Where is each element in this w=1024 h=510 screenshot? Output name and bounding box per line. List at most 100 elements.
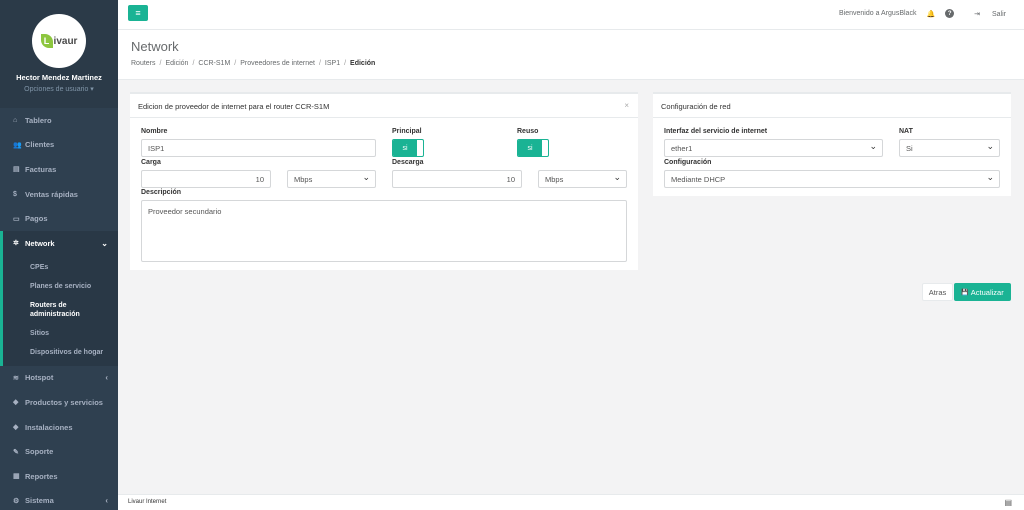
sidebar-item-label: Productos y servicios bbox=[25, 397, 103, 407]
sidebar-item-clientes[interactable]: 👥 Clientes bbox=[0, 133, 118, 158]
wifi-icon: ≋ bbox=[13, 374, 19, 382]
panel-title-text: Configuración de red bbox=[661, 102, 731, 111]
sidebar-item-label: Reportes bbox=[25, 471, 58, 481]
sidebar-item-label: Ventas rápidas bbox=[25, 189, 78, 199]
logout-label: Salir bbox=[991, 10, 1006, 18]
breadcrumb-item[interactable]: Edición bbox=[165, 60, 188, 67]
principal-label: Principal bbox=[392, 128, 422, 135]
gear-icon: ⚙ bbox=[13, 497, 20, 505]
footer-text: Livaur Internet bbox=[128, 499, 167, 505]
sidebar-subitem-cpes[interactable]: CPEs bbox=[3, 258, 118, 277]
back-button[interactable]: Atras bbox=[922, 283, 953, 301]
carga-unit-select[interactable]: Mbps bbox=[287, 170, 376, 188]
user-name: Hector Mendez Martinez bbox=[16, 73, 102, 82]
company-logo: L ivaur bbox=[32, 14, 86, 68]
sidebar-item-sistema[interactable]: ⚙ Sistema ‹ bbox=[0, 489, 118, 510]
users-icon: 👥 bbox=[13, 141, 22, 149]
chevron-down-icon: ⌄ bbox=[101, 238, 108, 248]
sidebar-item-label: Sistema bbox=[25, 496, 54, 506]
configuracion-select[interactable]: Mediante DHCP bbox=[664, 170, 1000, 188]
update-button-label: Actualizar bbox=[970, 287, 1004, 297]
topbar-right: Bienvenido a ArgusBlack 🔔 ? ⇥ Salir bbox=[829, 9, 1006, 18]
help-icon[interactable]: ? bbox=[945, 9, 955, 18]
breadcrumb: Routers / Edición / CCR-S1M / Proveedores d… bbox=[131, 60, 376, 67]
leaf-icon: L bbox=[40, 34, 53, 48]
update-button[interactable]: 💾 Actualizar bbox=[954, 283, 1011, 301]
select-value: Mediante DHCP bbox=[671, 175, 726, 184]
sidebar-item-hotspot[interactable]: ≋ Hotspot ‹ bbox=[0, 366, 118, 391]
interfaz-label: Interfaz del servicio de internet bbox=[664, 128, 768, 135]
sidebar-subitem-routers[interactable]: Routers de administración bbox=[3, 296, 118, 324]
sidebar-subitem-dispositivos[interactable]: Dispositivos de hogar bbox=[3, 343, 118, 362]
reuso-label: Reuso bbox=[517, 128, 539, 135]
nat-select[interactable]: Si bbox=[899, 139, 1000, 157]
sidebar-item-facturas[interactable]: ▤ Facturas bbox=[0, 157, 118, 182]
nombre-label: Nombre bbox=[141, 128, 168, 135]
network-submenu: CPEs Planes de servicio Routers de admin… bbox=[0, 255, 118, 366]
nat-label: NAT bbox=[899, 128, 913, 135]
sidebar-item-tablero[interactable]: ⌂ Tablero bbox=[0, 108, 118, 133]
carga-input[interactable]: 10 bbox=[141, 170, 271, 188]
sidebar-item-ventas[interactable]: $ Ventas rápidas bbox=[0, 182, 118, 207]
carga-label: Carga bbox=[141, 159, 161, 166]
panel-title: Configuración de red bbox=[653, 94, 1011, 118]
toggle-on-label: si bbox=[518, 140, 542, 156]
toggle-on-label: si bbox=[393, 140, 417, 156]
panel-title: Edicion de proveedor de internet para el… bbox=[130, 94, 638, 118]
panel-title-text: Edicion de proveedor de internet para el… bbox=[138, 102, 330, 111]
sidebar-item-label: Pagos bbox=[25, 214, 48, 224]
interfaz-select[interactable]: ether1 bbox=[664, 139, 883, 157]
descarga-input[interactable]: 10 bbox=[392, 170, 522, 188]
select-value: Mbps bbox=[545, 175, 564, 184]
page-heading: Network Routers / Edición / CCR-S1M / Prove… bbox=[118, 30, 1024, 80]
menu-toggle-button[interactable]: ≡ bbox=[128, 5, 148, 21]
select-value: Mbps bbox=[294, 175, 313, 184]
chevron-left-icon: ‹ bbox=[105, 496, 108, 506]
network-config-panel: Configuración de red Interfaz del servic… bbox=[653, 92, 1011, 196]
hamburger-icon: ≡ bbox=[135, 8, 141, 18]
sidebar-item-label: Hotspot bbox=[25, 373, 54, 383]
select-value: Si bbox=[906, 144, 913, 153]
profile-section: L ivaur Hector Mendez Martinez Opciones … bbox=[0, 0, 118, 108]
nombre-input[interactable]: ISP1 bbox=[141, 139, 376, 157]
sidebar-subitem-planes[interactable]: Planes de servicio bbox=[3, 277, 118, 296]
provider-edit-panel: Edicion de proveedor de internet para el… bbox=[130, 92, 638, 270]
configuracion-label: Configuración bbox=[664, 159, 712, 166]
payment-icon: ▭ bbox=[13, 215, 20, 223]
invoice-icon: ▤ bbox=[13, 166, 20, 174]
descripcion-textarea[interactable]: Proveedor secundario bbox=[141, 200, 627, 262]
dollar-icon: $ bbox=[13, 190, 17, 198]
reuso-toggle[interactable]: si bbox=[517, 139, 549, 157]
descarga-label: Descarga bbox=[392, 159, 424, 166]
tag-icon: ◆ bbox=[13, 424, 19, 432]
breadcrumb-item[interactable]: Routers bbox=[131, 60, 156, 67]
page-title: Network bbox=[131, 39, 179, 54]
sidebar-item-reportes[interactable]: ▦ Reportes bbox=[0, 464, 118, 489]
footer-calendar-icon[interactable]: ▤ bbox=[1004, 498, 1012, 507]
sidebar-item-productos[interactable]: ◆ Productos y servicios bbox=[0, 390, 118, 415]
sidebar-item-label: Clientes bbox=[25, 140, 55, 150]
sidebar-subitem-sitios[interactable]: Sitios bbox=[3, 324, 118, 343]
sidebar-item-instalaciones[interactable]: ◆ Instalaciones bbox=[0, 415, 118, 440]
descarga-unit-select[interactable]: Mbps bbox=[538, 170, 627, 188]
descripcion-label: Descripción bbox=[141, 189, 182, 196]
wrench-icon: ✎ bbox=[13, 448, 19, 456]
select-value: ether1 bbox=[671, 144, 693, 153]
sidebar-item-label: Soporte bbox=[25, 447, 54, 457]
sidebar-item-label: Instalaciones bbox=[25, 422, 73, 432]
sidebar-item-pagos[interactable]: ▭ Pagos bbox=[0, 206, 118, 231]
footer: Livaur Internet ▤ bbox=[118, 494, 1024, 510]
breadcrumb-current: Edición bbox=[350, 60, 376, 67]
sidebar-item-label: Tablero bbox=[25, 115, 52, 125]
breadcrumb-item[interactable]: ISP1 bbox=[325, 60, 340, 67]
principal-toggle[interactable]: si bbox=[392, 139, 424, 157]
logout-icon: ⇥ bbox=[974, 10, 981, 18]
logout-link[interactable]: ⇥ Salir bbox=[964, 10, 1006, 18]
breadcrumb-item[interactable]: CCR-S1M bbox=[198, 60, 230, 67]
user-options-dropdown[interactable]: Opciones de usuario ▾ bbox=[0, 85, 118, 93]
sidebar-item-soporte[interactable]: ✎ Soporte bbox=[0, 439, 118, 464]
breadcrumb-item[interactable]: Proveedores de internet bbox=[240, 60, 315, 67]
bell-icon[interactable]: 🔔 bbox=[926, 10, 935, 18]
sidebar-item-network[interactable]: ✲ Network ⌄ bbox=[0, 230, 118, 256]
close-icon[interactable]: × bbox=[624, 101, 629, 110]
